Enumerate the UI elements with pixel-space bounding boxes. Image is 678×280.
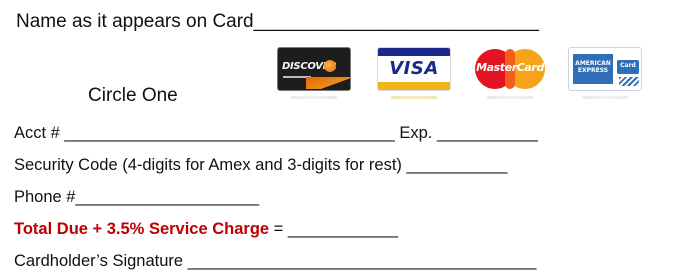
discover-card-option[interactable]: DISCOVER [277,47,351,101]
visa-card-option[interactable]: VISA [377,47,451,101]
mastercard-logo-text: MasterCard [476,61,544,74]
name-on-card-field[interactable]: Name as it appears on Card______________… [16,10,539,34]
mastercard-card-icon: MasterCard [473,47,547,91]
discover-stripe [306,77,350,89]
total-due-blank: = ____________ [269,220,399,238]
cardholder-signature-field[interactable]: Cardholder’s Signature _________________… [14,251,536,271]
discover-orange-dot [324,60,336,72]
amex-logo-text: AMERICAN EXPRESS [575,60,611,74]
visa-blue-band [378,48,450,56]
total-due-label: Total Due + 3.5% Service Charge [14,220,270,238]
total-due-field[interactable]: Total Due + 3.5% Service Charge = ______… [14,219,398,239]
visa-card-reflection [391,96,437,99]
visa-gold-band [378,82,450,90]
amex-stripe [619,77,639,86]
discover-card-icon: DISCOVER [277,47,351,91]
mastercard-card-option[interactable]: MasterCard [473,47,547,101]
amex-card-icon: AMERICAN EXPRESS Card [568,47,642,91]
account-number-field[interactable]: Acct # _________________________________… [14,123,538,143]
visa-logo-text: VISA [389,58,439,79]
amex-card-word: Card [620,62,636,69]
discover-card-reflection [291,96,337,99]
amex-card-option[interactable]: AMERICAN EXPRESS Card [568,47,642,101]
security-code-field[interactable]: Security Code (4-digits for Amex and 3-d… [14,155,507,175]
visa-card-icon: VISA [377,47,451,91]
amex-card-reflection [582,96,628,99]
circle-one-label: Circle One [88,85,178,106]
mastercard-card-reflection [487,96,533,99]
phone-field[interactable]: Phone #____________________ [14,187,259,207]
